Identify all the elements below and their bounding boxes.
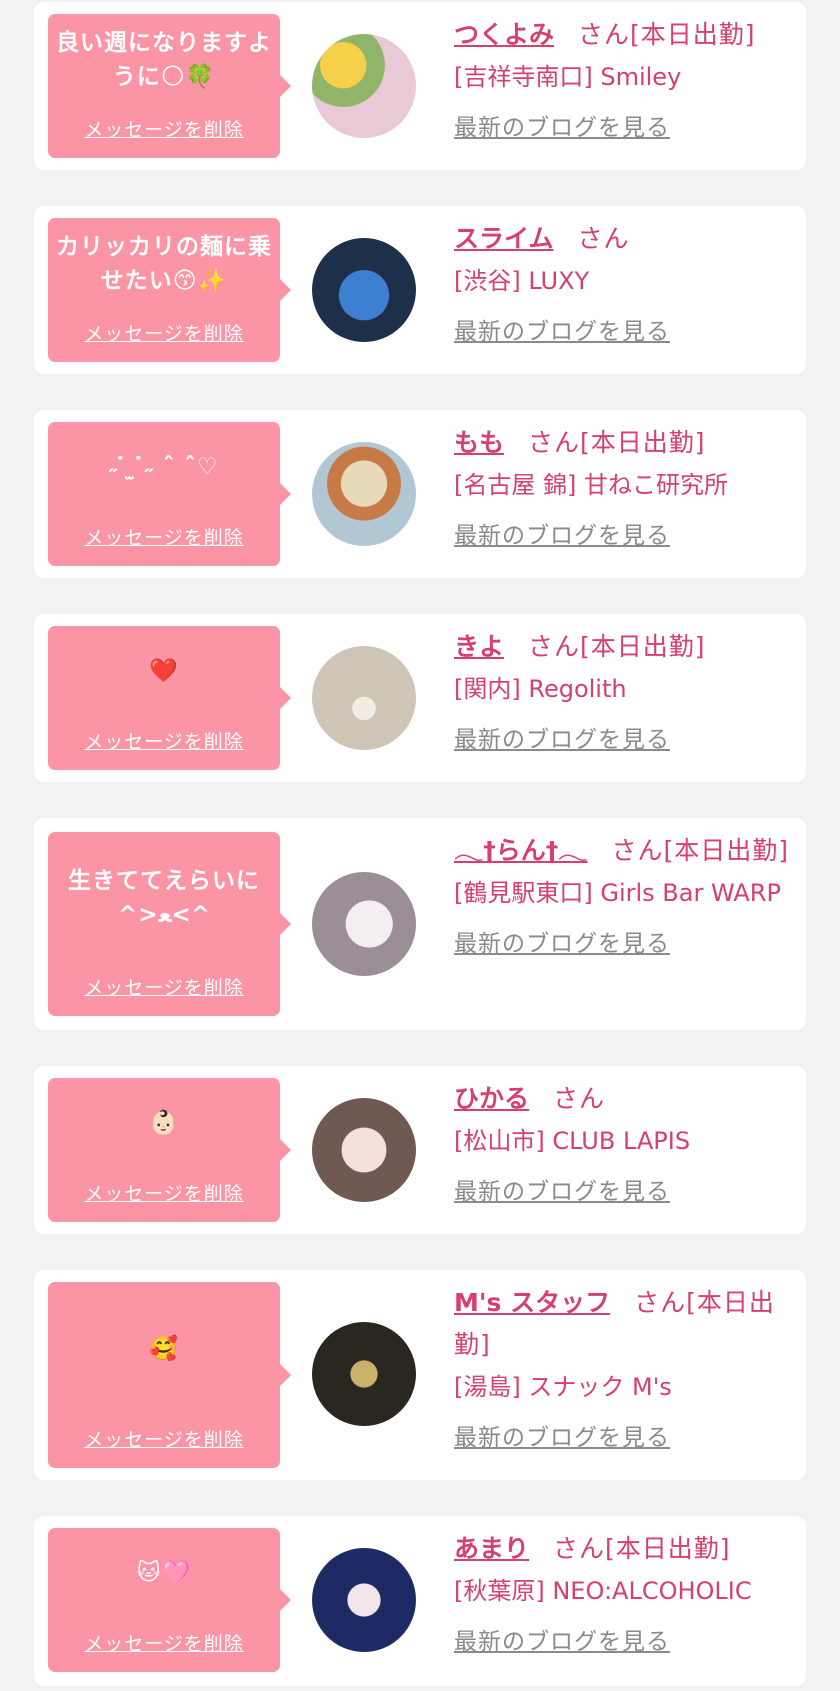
- profile-name-link[interactable]: 𓂃†らん†𓂃: [454, 836, 587, 865]
- message-text: 👶🏻: [149, 1110, 179, 1136]
- latest-blog-link[interactable]: 最新のブログを見る: [454, 1622, 670, 1656]
- message-text: カリッカリの麺に乗せたい😙✨: [56, 234, 272, 294]
- profile-name-link[interactable]: きよ: [454, 632, 504, 661]
- shop-label: [関内] Regolith: [454, 675, 627, 703]
- name-suffix: さん: [553, 1084, 606, 1113]
- list-item: 良い週になりますように🌕🍀 メッセージを削除 つくよみ さん[本日出勤] [吉祥寺…: [34, 2, 806, 170]
- profile-info: あまり さん[本日出勤] [秋葉原] NEO:ALCOHOLIC 最新のブログを見…: [454, 1528, 794, 1656]
- profile-info: きよ さん[本日出勤] [関内] Regolith 最新のブログを見る: [454, 626, 794, 754]
- message-bubble: 🥰 メッセージを削除: [48, 1282, 291, 1468]
- message-text: 🥰: [149, 1336, 179, 1362]
- delete-message-button[interactable]: メッセージを削除: [48, 1179, 280, 1206]
- profile-info: もも さん[本日出勤] [名古屋 錦] 甘ねこ研究所 最新のブログを見る: [454, 422, 794, 550]
- profile-name-link[interactable]: もも: [454, 428, 504, 457]
- list-item: 👶🏻 メッセージを削除 ひかる さん [松山市] CLUB LAPIS 最新のブロ…: [34, 1066, 806, 1234]
- message-bubble: 生きててえらいに^>ﻌ<^ メッセージを削除: [48, 832, 291, 1016]
- latest-blog-link[interactable]: 最新のブログを見る: [454, 720, 670, 754]
- delete-message-button[interactable]: メッセージを削除: [48, 1629, 280, 1656]
- delete-message-button[interactable]: メッセージを削除: [48, 727, 280, 754]
- list-item: 🥰 メッセージを削除 M's スタッフ さん[本日出勤] [湯島] スナック M'…: [34, 1270, 806, 1480]
- shop-label: [吉祥寺南口] Smiley: [454, 63, 682, 91]
- profile-info: 𓂃†らん†𓂃 さん[本日出勤] [鶴見駅東口] Girls Bar WARP 最新…: [454, 830, 794, 958]
- profile-name-link[interactable]: あまり: [454, 1534, 529, 1563]
- shop-label: [名古屋 錦] 甘ねこ研究所: [454, 471, 728, 499]
- avatar[interactable]: [312, 1322, 416, 1426]
- profile-info: スライム さん [渋谷] LUXY 最新のブログを見る: [454, 218, 794, 346]
- delete-message-button[interactable]: メッセージを削除: [48, 115, 280, 142]
- avatar[interactable]: [312, 1098, 416, 1202]
- avatar[interactable]: [312, 872, 416, 976]
- latest-blog-link[interactable]: 最新のブログを見る: [454, 1172, 670, 1206]
- message-text: ˶ ̇ ̫ ̇˶ ˆ ˆ♡: [109, 454, 219, 480]
- profile-info: つくよみ さん[本日出勤] [吉祥寺南口] Smiley 最新のブログを見る: [454, 14, 794, 142]
- name-suffix: さん[本日出勤]: [528, 428, 706, 457]
- message-bubble: カリッカリの麺に乗せたい😙✨ メッセージを削除: [48, 218, 291, 362]
- message-bubble: ˶ ̇ ̫ ̇˶ ˆ ˆ♡ メッセージを削除: [48, 422, 291, 566]
- shop-label: [湯島] スナック M's: [454, 1373, 672, 1401]
- message-bubble: ❤️ メッセージを削除: [48, 626, 291, 770]
- message-bubble: 👶🏻 メッセージを削除: [48, 1078, 291, 1222]
- profile-info: M's スタッフ さん[本日出勤] [湯島] スナック M's 最新のブログを見る: [454, 1282, 794, 1452]
- avatar[interactable]: [312, 34, 416, 138]
- name-suffix: さん: [577, 224, 630, 253]
- shop-label: [鶴見駅東口] Girls Bar WARP: [454, 879, 781, 907]
- latest-blog-link[interactable]: 最新のブログを見る: [454, 108, 670, 142]
- profile-name-link[interactable]: つくよみ: [454, 20, 554, 49]
- list-item: 🐱🩷 メッセージを削除 あまり さん[本日出勤] [秋葉原] NEO:ALCOHO…: [34, 1516, 806, 1686]
- shop-label: [秋葉原] NEO:ALCOHOLIC: [454, 1577, 752, 1605]
- shop-label: [渋谷] LUXY: [454, 267, 590, 295]
- delete-message-button[interactable]: メッセージを削除: [48, 319, 280, 346]
- name-suffix: さん[本日出勤]: [528, 632, 706, 661]
- message-text: 良い週になりますように🌕🍀: [56, 30, 272, 90]
- latest-blog-link[interactable]: 最新のブログを見る: [454, 1418, 670, 1452]
- delete-message-button[interactable]: メッセージを削除: [48, 1425, 280, 1452]
- message-text: ❤️: [149, 658, 179, 684]
- delete-message-button[interactable]: メッセージを削除: [48, 523, 280, 550]
- name-suffix: さん[本日出勤]: [611, 836, 789, 865]
- list-item: カリッカリの麺に乗せたい😙✨ メッセージを削除 スライム さん [渋谷] LUXY…: [34, 206, 806, 374]
- avatar[interactable]: [312, 646, 416, 750]
- profile-name-link[interactable]: M's スタッフ: [454, 1288, 610, 1317]
- profile-name-link[interactable]: ひかる: [454, 1084, 529, 1113]
- profile-name-link[interactable]: スライム: [454, 224, 554, 253]
- message-bubble: 🐱🩷 メッセージを削除: [48, 1528, 291, 1672]
- name-suffix: さん[本日出勤]: [578, 20, 756, 49]
- profile-info: ひかる さん [松山市] CLUB LAPIS 最新のブログを見る: [454, 1078, 794, 1206]
- message-text: 生きててえらいに^>ﻌ<^: [68, 868, 260, 928]
- list-item: 生きててえらいに^>ﻌ<^ メッセージを削除 𓂃†らん†𓂃 さん[本日出勤] [鶴…: [34, 818, 806, 1030]
- latest-blog-link[interactable]: 最新のブログを見る: [454, 312, 670, 346]
- message-text: 🐱🩷: [136, 1560, 192, 1586]
- list-item: ˶ ̇ ̫ ̇˶ ˆ ˆ♡ メッセージを削除 もも さん[本日出勤] [名古屋 錦…: [34, 410, 806, 578]
- name-suffix: さん[本日出勤]: [553, 1534, 731, 1563]
- avatar[interactable]: [312, 442, 416, 546]
- latest-blog-link[interactable]: 最新のブログを見る: [454, 516, 670, 550]
- list-item: ❤️ メッセージを削除 きよ さん[本日出勤] [関内] Regolith 最新の…: [34, 614, 806, 782]
- delete-message-button[interactable]: メッセージを削除: [48, 973, 280, 1000]
- avatar[interactable]: [312, 238, 416, 342]
- avatar[interactable]: [312, 1548, 416, 1652]
- shop-label: [松山市] CLUB LAPIS: [454, 1127, 691, 1155]
- message-bubble: 良い週になりますように🌕🍀 メッセージを削除: [48, 14, 291, 158]
- latest-blog-link[interactable]: 最新のブログを見る: [454, 924, 670, 958]
